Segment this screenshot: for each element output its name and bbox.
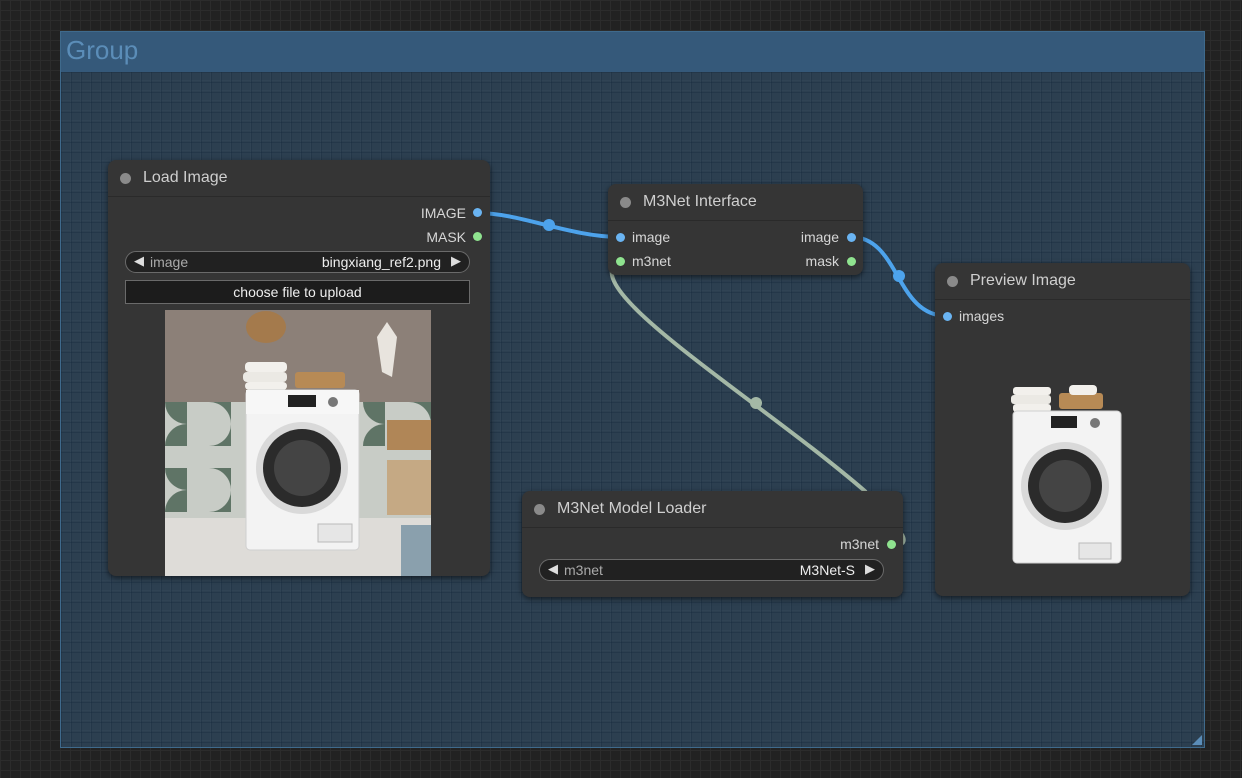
output-slot-mask[interactable]: MASK (426, 228, 466, 246)
slot-label: images (959, 308, 1005, 324)
wire-midpoint-image-2[interactable] (893, 270, 905, 282)
output-slot-image[interactable]: image (801, 228, 839, 246)
collapse-dot-icon[interactable] (120, 173, 131, 184)
slot-label: m3net (840, 536, 879, 552)
combo-right-arrow-icon[interactable]: ▶ (865, 561, 875, 577)
output-port-mask[interactable] (847, 257, 856, 266)
output-slot-m3net[interactable]: m3net (840, 535, 879, 553)
combo-name: m3net (564, 562, 603, 578)
m3net-interface-node[interactable]: M3Net Interface image m3net image mask (608, 184, 863, 275)
node-title: M3Net Interface (643, 193, 757, 210)
wire-midpoint-m3net[interactable] (750, 397, 762, 409)
collapse-dot-icon[interactable] (620, 197, 631, 208)
preview-image-node[interactable]: Preview Image images (935, 263, 1190, 596)
combo-name: image (150, 254, 189, 270)
m3net-model-loader-node[interactable]: M3Net Model Loader m3net ◀ m3net M3Net-S… (522, 491, 903, 597)
output-port-mask[interactable] (473, 232, 482, 241)
collapse-dot-icon[interactable] (534, 504, 545, 515)
node-header[interactable]: M3Net Model Loader (522, 491, 903, 528)
combo-right-arrow-icon[interactable]: ▶ (451, 253, 461, 269)
load-image-node[interactable]: Load Image IMAGE MASK ◀ image bingxiang_… (108, 160, 490, 576)
slot-label: m3net (632, 253, 671, 269)
node-header[interactable]: Load Image (108, 160, 490, 197)
node-title: Load Image (143, 169, 228, 186)
collapse-dot-icon[interactable] (947, 276, 958, 287)
upload-button[interactable]: choose file to upload (125, 280, 470, 304)
wire-midpoint-image-1[interactable] (543, 219, 555, 231)
output-slot-mask[interactable]: mask (806, 252, 839, 270)
output-port-m3net[interactable] (887, 540, 896, 549)
preview-output-image (1011, 385, 1122, 564)
slot-label: image (632, 229, 671, 245)
input-slot-m3net[interactable]: m3net (632, 252, 671, 270)
combo-value: M3Net-S (799, 562, 855, 578)
node-header[interactable]: M3Net Interface (608, 184, 863, 221)
input-slot-image[interactable]: image (632, 228, 670, 246)
image-combo-widget[interactable]: ◀ image bingxiang_ref2.png ▶ (125, 251, 470, 273)
slot-label: MASK (426, 229, 466, 245)
m3net-combo-widget[interactable]: ◀ m3net M3Net-S ▶ (539, 559, 884, 581)
node-title: M3Net Model Loader (557, 500, 707, 517)
output-port-image[interactable] (473, 208, 482, 217)
input-slot-images[interactable]: images (959, 307, 1004, 325)
output-slot-image[interactable]: IMAGE (421, 204, 466, 222)
input-port-images[interactable] (943, 312, 952, 321)
output-port-image[interactable] (847, 233, 856, 242)
slot-label: IMAGE (420, 205, 466, 221)
node-header[interactable]: Preview Image (935, 263, 1190, 300)
node-title: Preview Image (970, 272, 1076, 289)
combo-value: bingxiang_ref2.png (321, 254, 441, 270)
wire-loader-to-interface[interactable] (609, 259, 868, 494)
slot-label: mask (805, 253, 839, 269)
combo-left-arrow-icon[interactable]: ◀ (134, 253, 144, 269)
loaded-image-preview (165, 310, 431, 576)
slot-label: image (800, 229, 839, 245)
input-port-m3net[interactable] (616, 257, 625, 266)
input-port-image[interactable] (616, 233, 625, 242)
combo-left-arrow-icon[interactable]: ◀ (548, 561, 558, 577)
